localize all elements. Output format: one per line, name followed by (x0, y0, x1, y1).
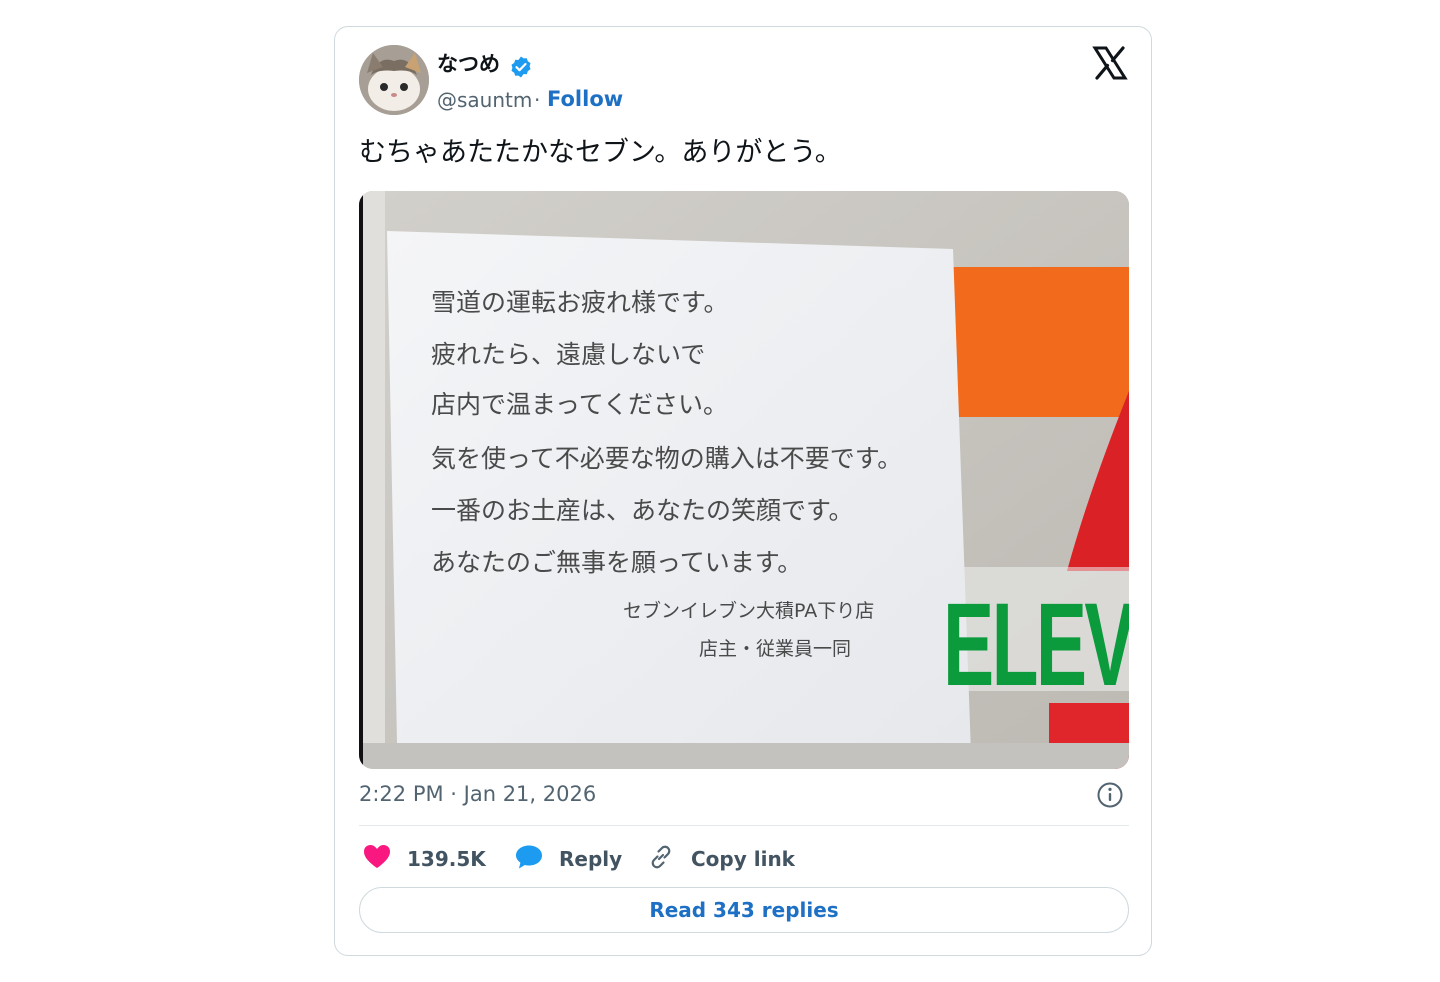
sign-staff: 店主・従業員一同 (699, 638, 851, 660)
heart-icon (363, 844, 391, 874)
copy-link-button[interactable]: Copy link (647, 839, 795, 879)
tweet-text: むちゃあたたかなセブン。ありがとう。 (359, 137, 842, 168)
sign-line-3: 店内で温まってください。 (431, 390, 728, 419)
action-bar: 139.5K Reply Copy link (359, 839, 1129, 879)
reply-bubble-icon (515, 844, 543, 874)
display-name[interactable]: なつめ (437, 51, 500, 77)
sign-line-1: 雪道の運転お疲れ様です。 (431, 288, 729, 317)
logo-eleven-text: ELEV (943, 579, 1129, 711)
tweet-photo[interactable]: 雪道の運転お疲れ様です。 疲れたら、遠慮しないで 店内で温まってください。 気を… (359, 191, 1129, 769)
like-button[interactable]: 139.5K (363, 839, 486, 879)
timestamp[interactable]: 2:22 PM · Jan 21, 2026 (359, 782, 596, 806)
link-icon (647, 843, 675, 875)
divider (359, 825, 1129, 826)
user-handle[interactable]: @sauntm (437, 87, 532, 113)
sign-line-4: 気を使って不必要な物の購入は不要です。 (431, 444, 902, 473)
reply-button[interactable]: Reply (515, 839, 622, 879)
verified-badge-icon (509, 55, 533, 79)
info-icon[interactable] (1096, 781, 1124, 809)
follow-link[interactable]: Follow (547, 85, 623, 113)
x-logo-icon[interactable] (1092, 45, 1128, 81)
reply-label: Reply (559, 847, 623, 871)
separator-dot: · (534, 88, 541, 112)
like-count: 139.5K (407, 847, 486, 871)
sign-line-6: あなたのご無事を願っています。 (431, 548, 802, 577)
copy-link-label: Copy link (691, 847, 795, 871)
sign-line-5: 一番のお土産は、あなたの笑顔です。 (431, 496, 854, 525)
sign-store-name: セブンイレブン大積PA下り店 (623, 599, 874, 622)
read-replies-button[interactable]: Read 343 replies (359, 887, 1129, 933)
tweet-card: なつめ @sauntm · Follow むちゃあたたかなセブン。ありがとう。 (334, 26, 1152, 956)
store-sign-photo: 雪道の運転お疲れ様です。 疲れたら、遠慮しないで 店内で温まってください。 気を… (359, 191, 1129, 769)
avatar[interactable] (359, 45, 429, 115)
cat-avatar-image (359, 45, 429, 115)
sign-line-2: 疲れたら、遠慮しないで (431, 340, 705, 369)
